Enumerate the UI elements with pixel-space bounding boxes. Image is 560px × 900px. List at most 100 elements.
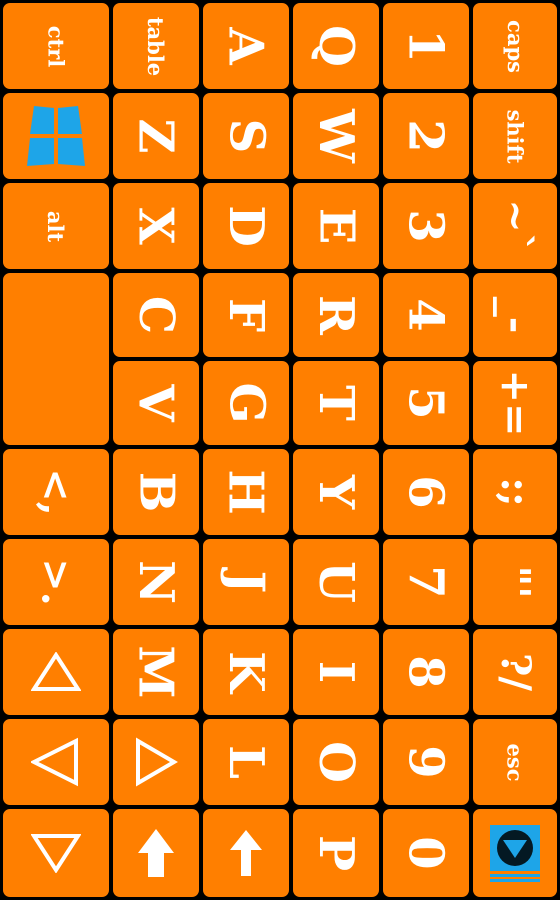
o-key-label: O: [308, 741, 364, 783]
tilde-backtick-key[interactable]: ~`: [471, 181, 559, 271]
triangle-down-icon: [31, 833, 81, 873]
one-key[interactable]: 1: [381, 1, 471, 91]
question-slash-key[interactable]: ?/: [471, 627, 559, 717]
zero-key[interactable]: 0: [381, 807, 471, 899]
esc-key[interactable]: esc: [471, 717, 559, 807]
y-key-label: Y: [307, 474, 364, 510]
y-key[interactable]: Y: [291, 447, 381, 537]
k-key-label: K: [218, 651, 274, 693]
d-key[interactable]: D: [201, 181, 291, 271]
g-key[interactable]: G: [201, 359, 291, 447]
caps-key[interactable]: caps: [471, 1, 559, 91]
arrow-up-key[interactable]: [1, 627, 111, 717]
z-key[interactable]: Z: [111, 91, 201, 181]
c-key[interactable]: C: [111, 271, 201, 359]
six-key[interactable]: 6: [381, 447, 471, 537]
two-key[interactable]: 2: [381, 91, 471, 181]
windows-logo-icon: [26, 104, 86, 168]
p-key[interactable]: P: [291, 807, 381, 899]
three-key[interactable]: 3: [381, 181, 471, 271]
quote-key[interactable]: "': [471, 537, 559, 627]
triangle-up-icon: [31, 652, 81, 692]
shift-key[interactable]: shift: [471, 91, 559, 181]
seven-key[interactable]: 7: [381, 537, 471, 627]
o-key[interactable]: O: [291, 717, 381, 807]
tilde-backtick-label: ~`: [491, 199, 539, 253]
underscore-minus-key[interactable]: _-: [471, 271, 559, 359]
eight-key[interactable]: 8: [381, 627, 471, 717]
greater-than-period-key[interactable]: >.: [1, 537, 111, 627]
j-key-label: J: [218, 570, 274, 594]
windows-key[interactable]: [1, 91, 111, 181]
l-key-label: L: [218, 745, 274, 779]
r-key[interactable]: R: [291, 271, 381, 359]
two-key-label: 2: [398, 119, 454, 153]
m-key[interactable]: M: [111, 627, 201, 717]
v-key[interactable]: V: [111, 359, 201, 447]
n-key[interactable]: N: [111, 537, 201, 627]
less-than-comma-key[interactable]: <,: [1, 447, 111, 537]
h-key[interactable]: H: [201, 447, 291, 537]
plus-equals-key[interactable]: +=: [471, 359, 559, 447]
r-key-label: R: [307, 295, 364, 335]
four-key[interactable]: 4: [381, 271, 471, 359]
u-key[interactable]: U: [291, 537, 381, 627]
arrow-left-key[interactable]: [1, 717, 111, 807]
one-key-label: 1: [398, 29, 454, 63]
triangle-left-icon: [31, 737, 81, 787]
shift-arrow-key[interactable]: [111, 807, 201, 899]
colon-semicolon-key[interactable]: :;: [471, 447, 559, 537]
e-key[interactable]: E: [291, 181, 381, 271]
nine-key[interactable]: 9: [381, 717, 471, 807]
ctrl-key-label: ctrl: [43, 25, 69, 67]
question-slash-label: ?/: [491, 652, 539, 692]
s-key[interactable]: S: [201, 91, 291, 181]
colon-semicolon-label: :;: [492, 477, 539, 507]
i-key-label: I: [307, 660, 364, 684]
f-key[interactable]: F: [201, 271, 291, 359]
g-key-label: G: [218, 382, 274, 424]
p-key-label: P: [308, 834, 364, 872]
b-key-label: B: [127, 471, 184, 513]
five-key[interactable]: 5: [381, 359, 471, 447]
q-key[interactable]: Q: [291, 1, 381, 91]
hide-keyboard-key[interactable]: [471, 807, 559, 899]
q-key-label: Q: [308, 25, 364, 67]
h-key-label: H: [217, 469, 274, 515]
eight-key-label: 8: [398, 655, 454, 689]
f-key-label: F: [217, 297, 274, 333]
arrow-down-key[interactable]: [1, 807, 111, 899]
n-key-label: N: [128, 560, 184, 604]
caps-key-label: caps: [502, 19, 528, 73]
up-arrow-key[interactable]: [201, 807, 291, 899]
keyboard: ctrl alt <, >. table Z X C V B N M A S D…: [0, 0, 560, 900]
quote-label: "': [492, 565, 539, 599]
k-key[interactable]: K: [201, 627, 291, 717]
four-key-label: 4: [398, 298, 454, 332]
arrow-right-key[interactable]: [111, 717, 201, 807]
w-key[interactable]: W: [291, 91, 381, 181]
underscore-minus-label: _-: [491, 296, 539, 334]
alt-key[interactable]: alt: [1, 181, 111, 271]
esc-key-label: esc: [502, 743, 528, 781]
u-key-label: U: [307, 561, 364, 603]
t-key-label: T: [308, 385, 364, 421]
b-key[interactable]: B: [111, 447, 201, 537]
v-key-label: V: [128, 384, 184, 422]
five-key-label: 5: [398, 386, 454, 420]
t-key[interactable]: T: [291, 359, 381, 447]
x-key-label: X: [128, 207, 184, 245]
j-key[interactable]: J: [201, 537, 291, 627]
a-key[interactable]: A: [201, 1, 291, 91]
i-key[interactable]: I: [291, 627, 381, 717]
greater-than-period-label: >.: [32, 558, 80, 606]
shift-key-label: shift: [502, 109, 528, 163]
l-key[interactable]: L: [201, 717, 291, 807]
less-than-comma-label: <,: [32, 468, 80, 516]
c-key-label: C: [127, 295, 184, 335]
z-key-label: Z: [127, 118, 184, 154]
table-key[interactable]: table: [111, 1, 201, 91]
x-key[interactable]: X: [111, 181, 201, 271]
space-key[interactable]: [1, 271, 111, 447]
ctrl-key[interactable]: ctrl: [1, 1, 111, 91]
